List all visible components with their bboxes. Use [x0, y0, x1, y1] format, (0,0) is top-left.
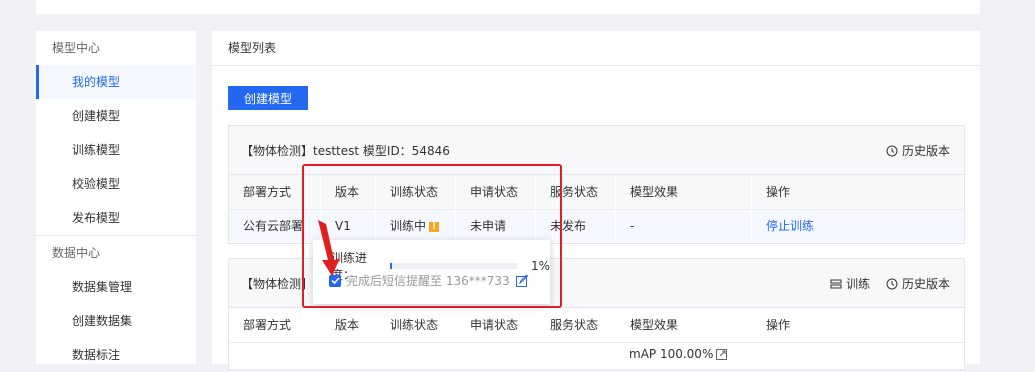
sidebar-section-model-center: 模型中心	[52, 41, 101, 55]
progress-bar	[389, 263, 517, 269]
sidebar-item-data-annotation[interactable]: 数据标注	[36, 338, 196, 372]
training-progress-popover: 训练进度： 1% 完成后短信提醒至 136***733	[313, 240, 550, 304]
col-actions: 操作	[752, 308, 964, 342]
col-version: 版本	[321, 308, 376, 342]
cell-actions: 停止训练	[752, 210, 964, 242]
model-card-header: 【物体检测】testtest 模型ID：54846 历史版本	[229, 126, 964, 175]
cell-service-status: 未发布	[536, 210, 616, 242]
model-card-actions: 历史版本	[874, 126, 950, 178]
sidebar: 模型中心 我的模型 创建模型 训练模型 校验模型 发布模型 数据中心 数据集管理…	[36, 31, 196, 364]
model-card-title: 【物体检测】testtest 模型ID：54846	[241, 144, 450, 158]
col-deploy: 部署方式	[229, 308, 321, 342]
col-model-effect: 模型效果	[616, 308, 752, 342]
map-text: mAP 100.00%	[629, 347, 714, 361]
col-apply-status: 申请状态	[456, 308, 536, 342]
sidebar-item-create-model[interactable]: 创建模型	[36, 99, 196, 133]
clock-icon	[886, 278, 898, 290]
sidebar-item-validate-model[interactable]: 校验模型	[36, 167, 196, 201]
cell-deploy: 公有云部署	[229, 210, 321, 242]
sidebar-item-my-models[interactable]: 我的模型	[36, 65, 196, 99]
col-train-status: 训练状态	[376, 308, 456, 342]
col-model-effect: 模型效果	[616, 175, 752, 209]
history-version-button[interactable]: 历史版本	[886, 259, 950, 309]
top-panel	[36, 0, 980, 14]
sidebar-item-publish-model[interactable]: 发布模型	[36, 201, 196, 235]
col-service-status: 服务状态	[536, 308, 616, 342]
stop-training-link[interactable]: 停止训练	[766, 219, 814, 233]
train-status-text: 训练中	[390, 219, 427, 233]
progress-bar-fill	[389, 263, 392, 269]
col-service-status: 服务状态	[536, 175, 616, 209]
cell-apply-status: 未申请	[456, 210, 536, 242]
table-row: mAP 100.00%	[229, 341, 964, 369]
sidebar-item-dataset-management[interactable]: 数据集管理	[36, 270, 196, 304]
warning-icon[interactable]: !	[429, 221, 440, 232]
annotation-arrow-icon	[318, 220, 340, 276]
col-actions: 操作	[752, 175, 964, 209]
col-version: 版本	[321, 175, 376, 209]
train-button[interactable]: 训练	[830, 259, 870, 309]
model-card-title: 【物体检测】	[241, 277, 314, 291]
external-link-icon[interactable]	[716, 348, 728, 360]
sidebar-section-data-center: 数据中心	[52, 246, 101, 260]
page-title: 模型列表	[212, 31, 980, 66]
table-header: 部署方式 版本 训练状态 申请状态 服务状态 模型效果 操作	[229, 308, 964, 343]
history-version-label: 历史版本	[901, 144, 950, 158]
cell-model-effect: -	[616, 210, 752, 242]
sidebar-item-create-dataset[interactable]: 创建数据集	[36, 304, 196, 338]
train-label: 训练	[846, 277, 871, 291]
edit-icon[interactable]	[515, 274, 528, 287]
history-version-label: 历史版本	[901, 277, 950, 291]
table-header: 部署方式 版本 训练状态 申请状态 服务状态 模型效果 操作	[229, 175, 964, 210]
sms-reminder-label: 完成后短信提醒至 136***733	[346, 274, 510, 288]
sms-reminder[interactable]: 完成后短信提醒至 136***733	[329, 272, 528, 289]
cell-train-status[interactable]: 训练中!	[376, 210, 456, 242]
sidebar-item-train-model[interactable]: 训练模型	[36, 133, 196, 167]
map-value: mAP 100.00%	[629, 347, 728, 361]
col-deploy: 部署方式	[229, 175, 321, 209]
history-version-button[interactable]: 历史版本	[886, 126, 950, 176]
progress-percent: 1%	[530, 259, 550, 273]
clock-icon	[886, 145, 898, 157]
main-panel: 模型列表 创建模型 【物体检测】testtest 模型ID：54846 历史版本…	[212, 31, 980, 370]
col-apply-status: 申请状态	[456, 175, 536, 209]
create-model-button[interactable]: 创建模型	[228, 86, 308, 110]
col-train-status: 训练状态	[376, 175, 456, 209]
train-icon	[830, 279, 842, 289]
model-card-actions: 训练 历史版本	[818, 259, 950, 311]
